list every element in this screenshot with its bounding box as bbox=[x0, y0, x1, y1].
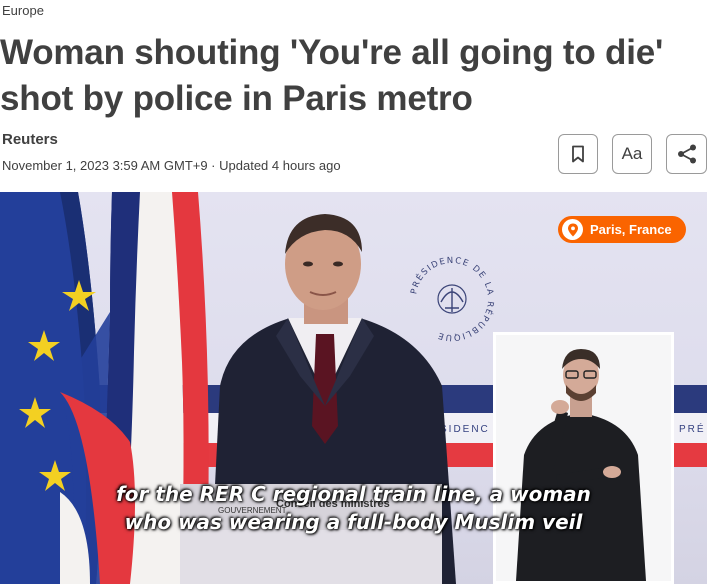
backdrop-text-right: PRÉ bbox=[679, 424, 706, 435]
interpreter-figure bbox=[496, 335, 671, 581]
font-size-label: Aa bbox=[621, 144, 643, 163]
location-label: Paris, France bbox=[590, 222, 672, 237]
article-headline: Woman shouting 'You're all going to die'… bbox=[0, 33, 664, 118]
sign-language-interpreter-inset bbox=[493, 332, 674, 584]
bookmark-icon bbox=[572, 145, 584, 163]
share-button[interactable] bbox=[666, 134, 707, 174]
author-link[interactable]: Reuters bbox=[2, 131, 58, 148]
video-subtitle-line-1: for the RER C regional train line, a wom… bbox=[116, 482, 591, 506]
video-player[interactable]: A SIDENC PRÉ PRÉSIDENCE DE LA RÉPUBLIQUE bbox=[0, 192, 707, 584]
section-link[interactable]: Europe bbox=[2, 3, 44, 18]
font-size-button[interactable]: Aa bbox=[612, 134, 652, 174]
bookmark-button[interactable] bbox=[558, 134, 598, 174]
video-subtitle-line-2: who was wearing a full-body Muslim veil bbox=[124, 510, 583, 534]
share-icon bbox=[677, 144, 696, 164]
location-pin-icon bbox=[562, 219, 583, 240]
location-badge: Paris, France bbox=[558, 216, 686, 243]
publish-dateline: November 1, 2023 3:59 AM GMT+9 · Updated… bbox=[2, 158, 341, 173]
